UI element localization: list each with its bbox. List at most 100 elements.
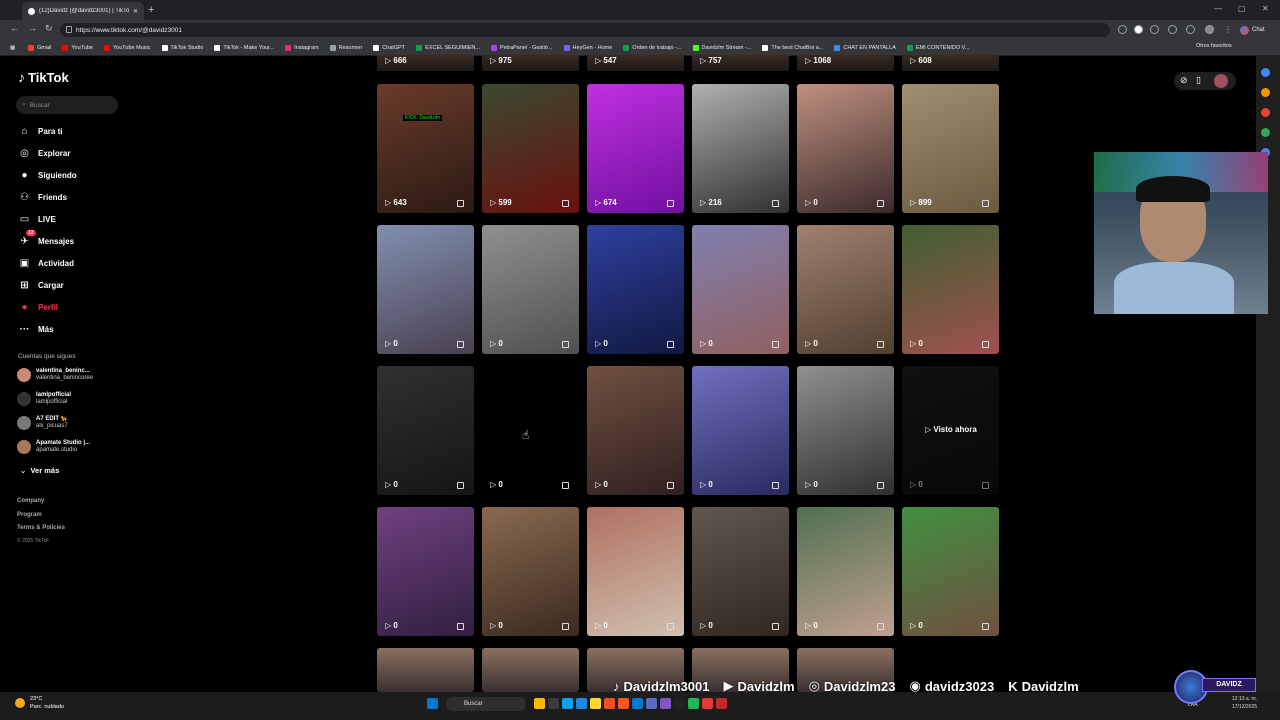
bookmark-item[interactable]: PetraPanel - Gestió...: [490, 44, 553, 51]
video-tile[interactable]: ▷ 0: [797, 366, 894, 495]
nav-live[interactable]: ▭ LIVE: [18, 212, 56, 226]
bookmark-item[interactable]: Davidzlm Stream -...: [692, 44, 751, 51]
footer-terms[interactable]: Terms & Policies: [17, 525, 65, 531]
nav-actividad[interactable]: ▣ Actividad: [18, 256, 74, 270]
video-tile[interactable]: ▷ 599: [482, 84, 579, 213]
forward-icon[interactable]: →: [28, 23, 37, 33]
bookmark-item[interactable]: HeyGen - Home: [563, 44, 612, 51]
video-tile-partial[interactable]: ▷ 1068: [797, 55, 894, 71]
video-tile[interactable]: ▷ 0: [692, 225, 789, 354]
taskbar-app-icon[interactable]: [674, 698, 685, 709]
bookmark-item[interactable]: ChatGPT: [373, 44, 405, 51]
reload-icon[interactable]: ↻: [45, 23, 53, 34]
video-tile[interactable]: ▷ 643: [377, 84, 474, 213]
weather-widget[interactable]: 23°C Parc. nublado: [15, 695, 64, 711]
taskbar-app-icon[interactable]: [632, 698, 643, 709]
video-tile[interactable]: ▷ 0: [587, 225, 684, 354]
extension-icon[interactable]: [1134, 25, 1143, 34]
minimize-icon[interactable]: —: [1214, 4, 1222, 13]
address-bar[interactable]: https://www.tiktok.com/@davidz3001: [60, 23, 1110, 37]
video-tile-partial[interactable]: ▷ 547: [587, 55, 684, 71]
video-tile[interactable]: ▷ 0: [797, 507, 894, 636]
video-tile[interactable]: ▷ 216: [692, 84, 789, 213]
footer-program[interactable]: Program: [17, 512, 42, 518]
video-tile[interactable]: ▷ 0: [482, 507, 579, 636]
extensions-puzzle-icon[interactable]: [1150, 25, 1159, 34]
taskbar-search[interactable]: Buscar: [446, 697, 526, 711]
taskbar-app-icon[interactable]: [618, 698, 629, 709]
video-tile[interactable]: ▷ 0: [377, 366, 474, 495]
browser-tab[interactable]: (12)Davidz (@davidz3001) | TikTok ✕: [22, 2, 144, 20]
followed-account[interactable]: lamlpofficial lamlpofficial: [17, 392, 71, 406]
video-tile-partial[interactable]: ▷ 757: [692, 55, 789, 71]
bookmark-item[interactable]: CHAT EN PANTALLA: [834, 44, 896, 51]
apps-grid-icon[interactable]: ▦: [0, 45, 28, 51]
bookmark-star-icon[interactable]: [1118, 25, 1127, 34]
bookmark-item[interactable]: EMI CONTENIDO V...: [906, 44, 969, 51]
rail-shopping-icon[interactable]: [1261, 88, 1270, 97]
close-window-icon[interactable]: ✕: [1262, 4, 1269, 13]
taskbar-app-icon[interactable]: [562, 698, 573, 709]
rail-bookmark-icon[interactable]: [1261, 108, 1270, 117]
video-tile[interactable]: ▷ 899: [902, 84, 999, 213]
bookmark-item[interactable]: TikTok - Make Your...: [214, 44, 274, 51]
device-icon[interactable]: ▯: [1196, 75, 1201, 86]
rail-search-icon[interactable]: [1261, 68, 1270, 77]
followed-account[interactable]: A7 EDIT 🐆 alx_picuas7: [17, 416, 68, 430]
taskbar-app-icon[interactable]: [576, 698, 587, 709]
taskbar-app-icon[interactable]: [548, 698, 559, 709]
video-tile[interactable]: ▷ 0: [692, 366, 789, 495]
bookmark-item[interactable]: YouTube: [62, 44, 93, 51]
video-tile-partial[interactable]: ▷ 975: [482, 55, 579, 71]
bookmark-item[interactable]: YouTube Music: [104, 44, 151, 51]
tiktok-logo[interactable]: ♪ TikTok: [18, 69, 69, 85]
taskbar-app-icon[interactable]: [688, 698, 699, 709]
bookmark-item[interactable]: EXCEL SEGUIMIEN...: [416, 44, 480, 51]
taskbar-app-icon[interactable]: [702, 698, 713, 709]
taskbar-app-icon[interactable]: [590, 698, 601, 709]
video-tile-partial[interactable]: [377, 648, 474, 692]
video-tile[interactable]: ▷ 0: [797, 84, 894, 213]
maximize-icon[interactable]: ▢: [1238, 4, 1246, 13]
video-tile-partial[interactable]: [482, 648, 579, 692]
bookmark-item[interactable]: Resumen: [329, 44, 362, 51]
upload-shortcut-icon[interactable]: ⊘: [1180, 75, 1188, 86]
sidebar-toggle-icon[interactable]: [1168, 25, 1177, 34]
bookmark-item[interactable]: The best ChatBot a...: [762, 44, 823, 51]
nav-más[interactable]: ··· Más: [18, 322, 54, 336]
taskbar-app-icon[interactable]: [716, 698, 727, 709]
video-tile[interactable]: ▷ 0: [482, 225, 579, 354]
bookmark-item[interactable]: TikTok Studio: [161, 44, 203, 51]
nav-explorar[interactable]: ◎ Explorar: [18, 146, 70, 160]
downloads-icon[interactable]: [1186, 25, 1195, 34]
bookmark-item[interactable]: Orden de trabajo -...: [623, 44, 682, 51]
video-tile[interactable]: ▷ 0: [377, 225, 474, 354]
video-tile[interactable]: ▷ 0: [902, 507, 999, 636]
video-tile[interactable]: ▷ 0: [587, 366, 684, 495]
windows-start-icon[interactable]: [427, 698, 438, 709]
nav-siguiendo[interactable]: ● Siguiendo: [18, 168, 76, 182]
chat-button[interactable]: Chat: [1240, 23, 1265, 37]
ver-mas-button[interactable]: ⌄ Ver más: [20, 466, 59, 475]
footer-company[interactable]: Company: [17, 498, 44, 504]
video-tile[interactable]: ▷ 0: [377, 507, 474, 636]
taskbar-app-icon[interactable]: [534, 698, 545, 709]
nav-para-ti[interactable]: ⌂ Para ti: [18, 124, 62, 138]
back-icon[interactable]: ←: [10, 23, 19, 33]
nav-friends[interactable]: ⚇ Friends: [18, 190, 67, 204]
nav-cargar[interactable]: ⊞ Cargar: [18, 278, 64, 292]
nav-mensajes[interactable]: ✈ Mensajes 12: [18, 230, 74, 248]
user-avatar[interactable]: [1214, 74, 1228, 88]
followed-account[interactable]: valentina_beninc... valentina_benincoree: [17, 368, 93, 382]
video-tile[interactable]: ▷ 0: [797, 225, 894, 354]
followed-account[interactable]: Apamate Studio |... apamate.studio: [17, 440, 90, 454]
profile-avatar-icon[interactable]: [1205, 25, 1214, 34]
bookmark-item[interactable]: Gmail: [28, 44, 51, 51]
search-input[interactable]: ⌕ Buscar: [16, 96, 118, 114]
taskbar-app-icon[interactable]: [660, 698, 671, 709]
close-tab-icon[interactable]: ✕: [133, 8, 138, 15]
bookmark-item[interactable]: Instagram: [285, 44, 319, 51]
taskbar-app-icon[interactable]: [604, 698, 615, 709]
video-tile[interactable]: ▷ 0: [692, 507, 789, 636]
video-tile[interactable]: ▷ 674: [587, 84, 684, 213]
